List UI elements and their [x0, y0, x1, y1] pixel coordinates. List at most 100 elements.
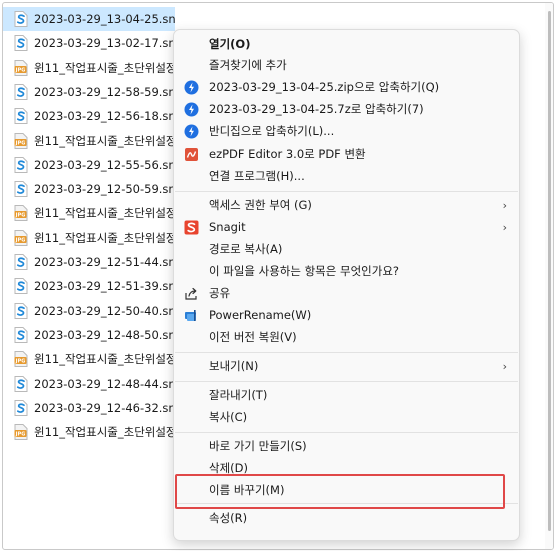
snagit-file-icon: [14, 156, 28, 173]
file-row[interactable]: 2023-03-29_13-02-17.snagx: [3, 31, 175, 55]
vertical-scrollbar[interactable]: [545, 3, 553, 549]
menu-item-bandizip-compress[interactable]: 반디집으로 압축하기(L)...: [174, 120, 519, 142]
svg-text:JPG: JPG: [15, 432, 26, 438]
menu-item-cut-label: 잘라내기(T): [209, 388, 268, 402]
file-row[interactable]: JPG 윈11_작업표시줄_초단위설정: [3, 420, 175, 444]
file-name: 2023-03-29_12-48-44.snagx: [34, 376, 175, 391]
bandizip-icon: [183, 123, 199, 139]
menu-item-copy-path-label: 경로로 복사(A): [209, 242, 283, 256]
menu-item-properties[interactable]: 속성(R): [174, 507, 519, 529]
menu-item-ezpdf-convert-label: ezPDF Editor 3.0로 PDF 변환: [209, 147, 366, 161]
menu-item-7z-compress-label: 2023-03-29_13-04-25.7z로 압축하기(7): [209, 102, 424, 116]
chevron-right-icon: ›: [502, 198, 507, 212]
menu-item-create-shortcut[interactable]: 바로 가기 만들기(S): [174, 435, 519, 457]
menu-item-send-to[interactable]: 보내기(N) ›: [174, 355, 519, 377]
file-name: 윈11_작업표시줄_초단위설정: [34, 206, 175, 221]
menu-item-add-favorites[interactable]: 즐겨찾기에 추가: [174, 54, 519, 76]
jpg-file-icon: JPG: [14, 229, 28, 246]
chevron-right-icon: ›: [502, 220, 507, 234]
menu-item-open-with-label: 연결 프로그램(H)...: [209, 169, 305, 183]
menu-item-powerrename-label: PowerRename(W): [209, 308, 312, 322]
powerrename-icon: [183, 307, 199, 323]
svg-text:JPG: JPG: [15, 213, 26, 219]
ezpdf-icon: [183, 146, 199, 162]
svg-text:JPG: JPG: [15, 359, 26, 365]
menu-item-snagit[interactable]: Snagit ›: [174, 216, 519, 238]
file-row[interactable]: JPG 윈11_작업표시줄_초단위설정: [3, 129, 175, 153]
snagit-file-icon: [14, 399, 28, 416]
menu-item-share[interactable]: 공유: [174, 282, 519, 304]
menu-item-open-with[interactable]: 연결 프로그램(H)...: [174, 165, 519, 187]
menu-separator: [175, 432, 518, 433]
rename-highlight-box: [175, 474, 505, 509]
snagit-file-icon: [14, 278, 28, 295]
file-name: 윈11_작업표시줄_초단위설정: [34, 352, 175, 367]
scrollbar-thumb[interactable]: [548, 11, 551, 531]
file-row[interactable]: 2023-03-29_12-55-56.snagx: [3, 153, 175, 177]
chevron-right-icon: ›: [502, 359, 507, 373]
menu-separator: [175, 381, 518, 382]
menu-item-open-label: 열기(O): [209, 37, 251, 51]
file-name: 2023-03-29_12-56-18.snagx: [34, 109, 175, 124]
jpg-file-icon: JPG: [14, 351, 28, 368]
menu-separator: [175, 352, 518, 353]
menu-item-what-uses[interactable]: 이 파일을 사용하는 항목은 무엇인가요?: [174, 260, 519, 282]
bandizip-icon: [183, 101, 199, 117]
file-name: 2023-03-29_12-51-39.snagx: [34, 279, 175, 294]
menu-item-ezpdf-convert[interactable]: ezPDF Editor 3.0로 PDF 변환: [174, 143, 519, 165]
menu-item-send-to-label: 보내기(N): [209, 359, 259, 373]
file-row[interactable]: JPG 윈11_작업표시줄_초단위설정: [3, 347, 175, 371]
snagit-file-icon: [14, 254, 28, 270]
menu-item-copy-path[interactable]: 경로로 복사(A): [174, 238, 519, 260]
file-name: 윈11_작업표시줄_초단위설정: [34, 133, 175, 148]
file-row[interactable]: 2023-03-29_12-50-40.snagx: [3, 299, 175, 323]
menu-item-zip-compress[interactable]: 2023-03-29_13-04-25.zip으로 압축하기(Q): [174, 76, 519, 98]
file-name: 2023-03-29_12-50-59.snagx: [34, 182, 175, 197]
file-row[interactable]: 2023-03-29_12-51-44.snagx: [3, 250, 175, 274]
snagit-file-icon: [14, 326, 28, 343]
menu-item-access-grant[interactable]: 액세스 권한 부여 (G) ›: [174, 194, 519, 216]
file-name: 2023-03-29_12-48-50.snagx: [34, 327, 175, 342]
snagit-file-icon: [14, 375, 28, 392]
snagit-file-icon: [14, 83, 28, 100]
file-row[interactable]: JPG 윈11_작업표시줄_초단위설정: [3, 56, 175, 80]
menu-item-restore-previous[interactable]: 이전 버전 복원(V): [174, 326, 519, 348]
menu-item-what-uses-label: 이 파일을 사용하는 항목은 무엇인가요?: [209, 264, 400, 278]
menu-item-copy-label: 복사(C): [209, 410, 248, 424]
menu-item-add-favorites-label: 즐겨찾기에 추가: [209, 58, 287, 72]
menu-item-create-shortcut-label: 바로 가기 만들기(S): [209, 439, 307, 453]
svg-text:JPG: JPG: [15, 140, 26, 146]
file-row[interactable]: 2023-03-29_12-50-59.snagx: [3, 177, 175, 201]
file-name: 윈11_작업표시줄_초단위설정: [34, 230, 175, 245]
file-row[interactable]: JPG 윈11_작업표시줄_초단위설정: [3, 226, 175, 250]
svg-text:JPG: JPG: [15, 237, 26, 243]
file-name: 윈11_작업표시줄_초단위설정: [34, 425, 175, 440]
snagit-icon: [183, 219, 199, 235]
menu-item-share-label: 공유: [209, 286, 231, 300]
file-row[interactable]: 2023-03-29_13-04-25.snagx: [3, 7, 175, 31]
menu-item-restore-previous-label: 이전 버전 복원(V): [209, 330, 297, 344]
file-row[interactable]: 2023-03-29_12-58-59.snagx: [3, 80, 175, 104]
jpg-file-icon: JPG: [14, 205, 28, 222]
file-name: 2023-03-29_12-51-44.snagx: [34, 255, 175, 269]
file-list: 2023-03-29_13-04-25.snagx 2023-03-29_13-0…: [3, 3, 178, 549]
file-row[interactable]: 2023-03-29_12-48-50.snagx: [3, 323, 175, 347]
snagit-file-icon: [14, 181, 28, 198]
file-name: 2023-03-29_12-46-32.snagx: [34, 400, 175, 415]
menu-item-properties-label: 속성(R): [209, 511, 248, 525]
jpg-file-icon: JPG: [14, 59, 28, 76]
menu-item-access-grant-label: 액세스 권한 부여 (G): [209, 198, 312, 212]
menu-item-powerrename[interactable]: PowerRename(W): [174, 304, 519, 326]
file-row[interactable]: 2023-03-29_12-56-18.snagx: [3, 104, 175, 128]
file-row[interactable]: 2023-03-29_12-51-39.snagx: [3, 274, 175, 298]
menu-item-bandizip-compress-label: 반디집으로 압축하기(L)...: [209, 124, 335, 138]
menu-item-7z-compress[interactable]: 2023-03-29_13-04-25.7z로 압축하기(7): [174, 98, 519, 120]
menu-item-open[interactable]: 열기(O): [174, 33, 519, 55]
file-row[interactable]: 2023-03-29_12-48-44.snagx: [3, 372, 175, 396]
file-row[interactable]: 2023-03-29_12-46-32.snagx: [3, 396, 175, 420]
file-name: 2023-03-29_12-55-56.snagx: [34, 157, 175, 172]
menu-item-copy[interactable]: 복사(C): [174, 406, 519, 428]
file-row[interactable]: JPG 윈11_작업표시줄_초단위설정: [3, 201, 175, 225]
menu-item-cut[interactable]: 잘라내기(T): [174, 384, 519, 406]
file-name: 2023-03-29_12-50-40.snagx: [34, 303, 175, 318]
